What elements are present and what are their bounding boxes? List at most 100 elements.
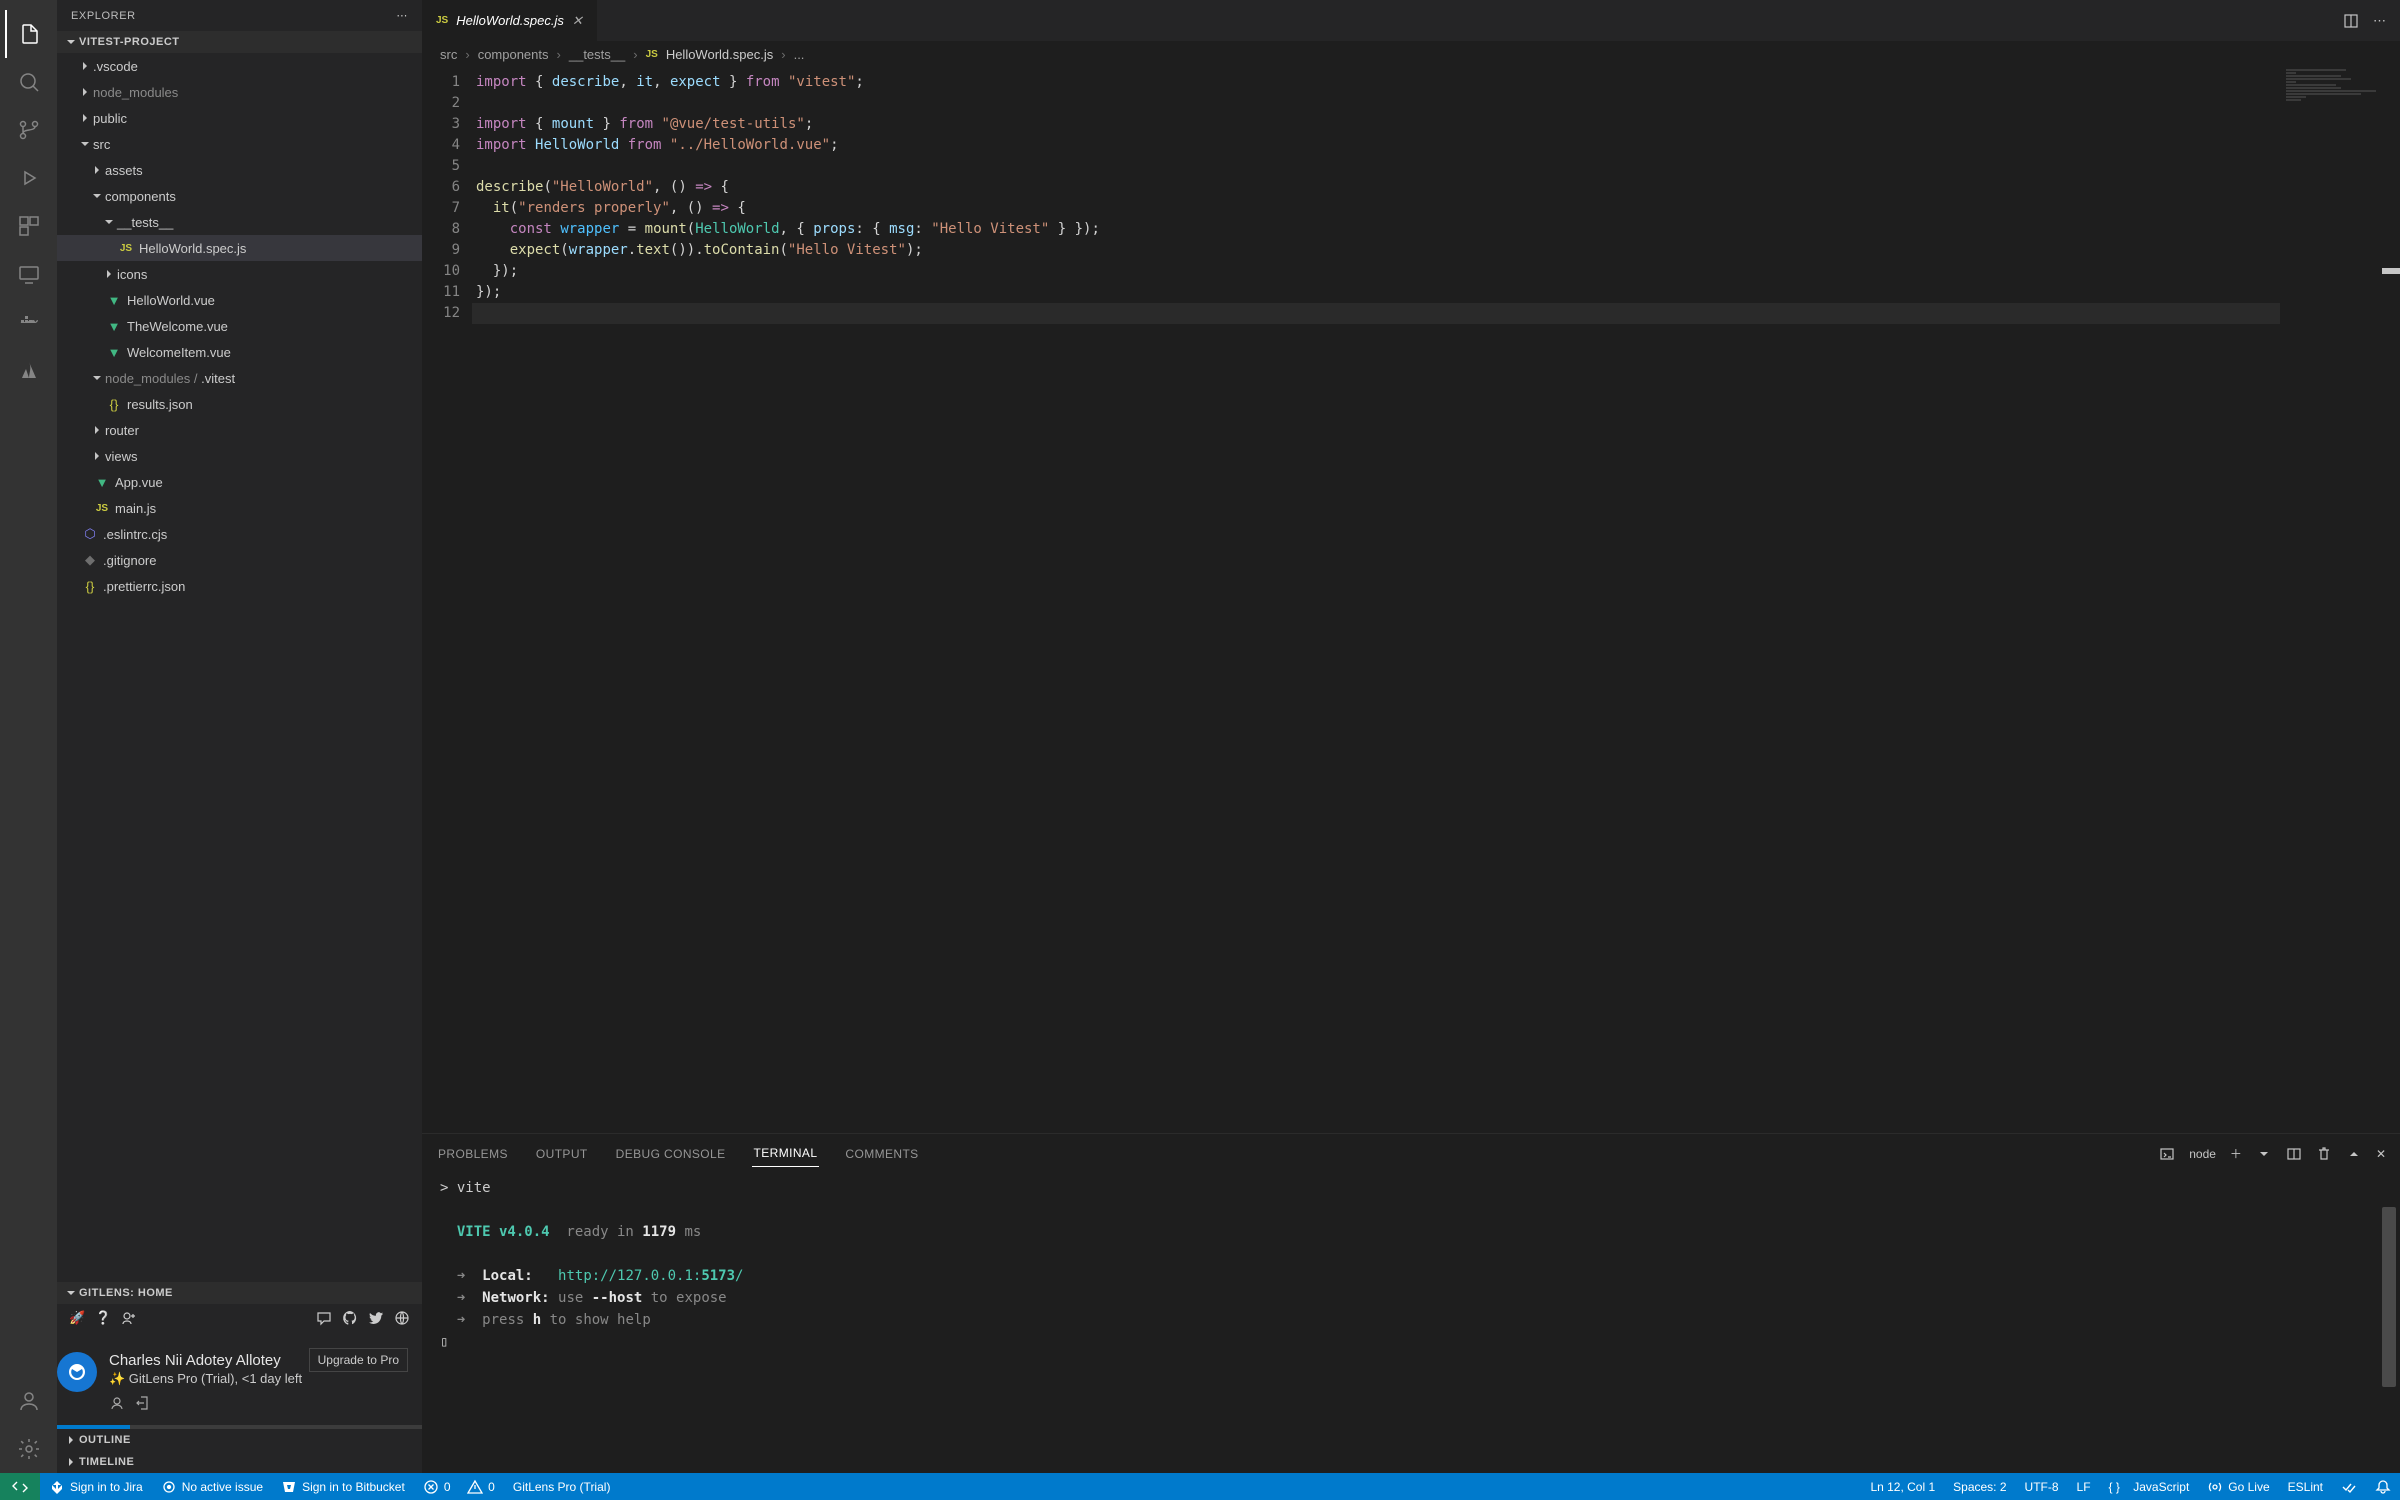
signout-icon[interactable] <box>135 1395 151 1411</box>
terminal-dropdown-icon[interactable] <box>2256 1146 2272 1162</box>
file-eslint[interactable]: ⬡.eslintrc.cjs <box>57 521 422 547</box>
activity-docker[interactable] <box>5 298 53 346</box>
activity-explorer[interactable] <box>5 10 53 58</box>
status-errors[interactable]: 0 0 <box>414 1473 504 1500</box>
split-editor-icon[interactable] <box>2343 13 2359 29</box>
file-gitignore[interactable]: ◆.gitignore <box>57 547 422 573</box>
folder-vscode[interactable]: .vscode <box>57 53 422 79</box>
outline-header[interactable]: OUTLINE <box>57 1429 422 1451</box>
status-jira[interactable]: Sign in to Jira <box>40 1473 152 1500</box>
new-terminal-icon[interactable]: ＋ <box>2230 1145 2242 1162</box>
folder-icons[interactable]: icons <box>57 261 422 287</box>
terminal-name[interactable]: node <box>2189 1147 2216 1161</box>
current-line-highlight <box>472 303 2280 324</box>
more-icon[interactable]: ⋯ <box>396 9 408 22</box>
file-app-vue[interactable]: ▼App.vue <box>57 469 422 495</box>
chevron-right-icon <box>63 1432 79 1448</box>
eslint-icon: ⬡ <box>81 526 99 542</box>
activity-remote[interactable] <box>5 250 53 298</box>
status-gitlens[interactable]: GitLens Pro (Trial) <box>504 1473 620 1500</box>
terminal[interactable]: > vite VITE v4.0.4 ready in 1179 ms ➜ Lo… <box>422 1167 2400 1473</box>
status-bitbucket[interactable]: Sign in to Bitbucket <box>272 1473 414 1500</box>
activity-account[interactable] <box>5 1377 53 1425</box>
minimap[interactable] <box>2280 68 2400 1133</box>
maximize-icon[interactable] <box>2346 1146 2362 1162</box>
feedback-icon[interactable] <box>121 1310 137 1326</box>
search-icon <box>17 70 41 94</box>
folder-views[interactable]: views <box>57 443 422 469</box>
project-header[interactable]: VITEST-PROJECT <box>57 31 422 53</box>
status-spaces[interactable]: Spaces: 2 <box>1944 1473 2015 1500</box>
file-results[interactable]: {}results.json <box>57 391 422 417</box>
tab-debug-console[interactable]: DEBUG CONSOLE <box>614 1141 728 1167</box>
jira-icon <box>49 1479 65 1495</box>
account-sync-icon[interactable] <box>109 1395 125 1411</box>
close-icon[interactable]: ✕ <box>572 13 583 29</box>
rocket-icon[interactable]: 🚀 <box>69 1310 85 1326</box>
gitlens-sub: ✨ GitLens Pro (Trial), <1 day left <box>109 1371 422 1387</box>
file-hw-vue[interactable]: ▼HelloWorld.vue <box>57 287 422 313</box>
folder-node-modules[interactable]: node_modules <box>57 79 422 105</box>
code-content: import { describe, it, expect } from "vi… <box>472 68 2400 1133</box>
github-icon[interactable] <box>342 1310 358 1326</box>
activity-settings[interactable] <box>5 1425 53 1473</box>
folder-assets[interactable]: assets <box>57 157 422 183</box>
globe-icon[interactable] <box>394 1310 410 1326</box>
chevron-right-icon <box>63 1454 79 1470</box>
folder-router[interactable]: router <box>57 417 422 443</box>
status-prettier[interactable] <box>2332 1473 2366 1500</box>
status-issue[interactable]: No active issue <box>152 1473 272 1500</box>
activity-scm[interactable] <box>5 106 53 154</box>
file-main-js[interactable]: JSmain.js <box>57 495 422 521</box>
broadcast-icon <box>2207 1479 2223 1495</box>
tab-comments[interactable]: COMMENTS <box>843 1141 920 1167</box>
upgrade-tooltip[interactable]: Upgrade to Pro <box>309 1348 408 1372</box>
activity-search[interactable] <box>5 58 53 106</box>
file-welcomeitem-vue[interactable]: ▼WelcomeItem.vue <box>57 339 422 365</box>
docker-icon <box>17 310 41 334</box>
js-icon: JS <box>436 15 448 26</box>
status-encoding[interactable]: UTF-8 <box>2016 1473 2068 1500</box>
close-panel-icon[interactable]: ✕ <box>2376 1147 2386 1161</box>
more-icon[interactable]: ⋯ <box>2373 13 2386 29</box>
file-spec[interactable]: JSHelloWorld.spec.js <box>57 235 422 261</box>
status-eol[interactable]: LF <box>2068 1473 2100 1500</box>
braces-icon: { } <box>2109 1480 2120 1494</box>
issue-icon <box>161 1479 177 1495</box>
status-cursor[interactable]: Ln 12, Col 1 <box>1861 1473 1944 1500</box>
folder-tests[interactable]: __tests__ <box>57 209 422 235</box>
remote-button[interactable] <box>0 1473 40 1500</box>
status-bell[interactable] <box>2366 1473 2400 1500</box>
tab-output[interactable]: OUTPUT <box>534 1141 590 1167</box>
breadcrumb[interactable]: src› components› __tests__› JS HelloWorl… <box>422 41 2400 68</box>
terminal-launch-icon[interactable] <box>2159 1146 2175 1162</box>
tab-terminal[interactable]: TERMINAL <box>752 1140 820 1167</box>
timeline-header[interactable]: TIMELINE <box>57 1451 422 1473</box>
chevron-right-icon <box>77 58 93 74</box>
tab-problems[interactable]: PROBLEMS <box>436 1141 510 1167</box>
activity-extensions[interactable] <box>5 202 53 250</box>
explorer-title: EXPLORER <box>71 10 136 22</box>
comment-icon[interactable] <box>316 1310 332 1326</box>
status-golive[interactable]: Go Live <box>2198 1473 2278 1500</box>
activity-atlassian[interactable] <box>5 346 53 394</box>
folder-components[interactable]: components <box>57 183 422 209</box>
folder-public[interactable]: public <box>57 105 422 131</box>
terminal-scrollbar[interactable] <box>2382 1207 2396 1387</box>
activity-debug[interactable] <box>5 154 53 202</box>
gitlens-header[interactable]: GITLENS: HOME <box>57 1282 422 1304</box>
twitter-icon[interactable] <box>368 1310 384 1326</box>
status-eslint[interactable]: ESLint <box>2279 1473 2332 1500</box>
json-icon: {} <box>81 579 99 594</box>
tab-spec[interactable]: JS HelloWorld.spec.js ✕ <box>422 0 598 41</box>
folder-src[interactable]: src <box>57 131 422 157</box>
trash-icon[interactable] <box>2316 1146 2332 1162</box>
activity-bar <box>0 0 57 1473</box>
status-lang[interactable]: { } JavaScript <box>2100 1473 2199 1500</box>
file-prettier[interactable]: {}.prettierrc.json <box>57 573 422 599</box>
folder-nm-vitest[interactable]: node_modules / .vitest <box>57 365 422 391</box>
split-terminal-icon[interactable] <box>2286 1146 2302 1162</box>
code-editor[interactable]: 123456789101112 import { describe, it, e… <box>422 68 2400 1133</box>
file-welcome-vue[interactable]: ▼TheWelcome.vue <box>57 313 422 339</box>
help-icon[interactable]: ❔ <box>95 1310 111 1326</box>
